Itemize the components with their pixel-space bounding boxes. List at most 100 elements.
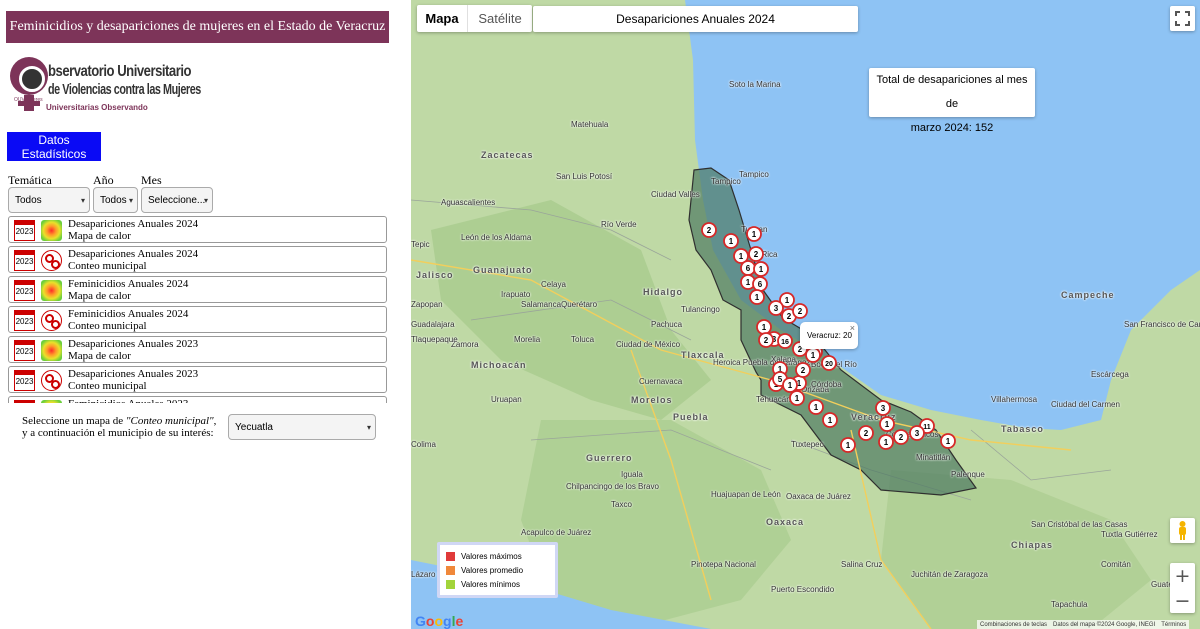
pins-icon xyxy=(41,310,62,331)
municipio-marker[interactable]: 1 xyxy=(808,399,824,415)
map-list-item[interactable]: 2023 Feminicidios Anuales 2024 Mapa de cal… xyxy=(8,276,387,303)
map-list-item-title: Desapariciones Anuales 2024 xyxy=(68,218,199,230)
map-list-item[interactable]: 2023Feminicidios Anuales 2023Mapa de cal… xyxy=(8,396,387,403)
municipio-marker[interactable]: 2 xyxy=(795,362,811,378)
logo-line-3: Universitarias Observando xyxy=(46,103,148,112)
map-list-item-title: Feminicidios Anuales 2024 xyxy=(68,308,189,320)
tematica-select[interactable]: Todos ▾ xyxy=(8,187,90,213)
marker-count: 1 xyxy=(788,381,793,390)
zoom-control: + − xyxy=(1170,563,1195,613)
municipio-marker[interactable]: 2 xyxy=(758,332,774,348)
instructions-line-1: Seleccione un mapa de "Conteo municipal"… xyxy=(22,415,222,427)
municipio-marker[interactable]: 1 xyxy=(756,319,772,335)
marker-count: 2 xyxy=(864,429,869,438)
attribution-link[interactable]: Términos xyxy=(1161,622,1186,628)
total-line-1: Total de desapariciones al mes de xyxy=(876,74,1028,110)
municipio-marker[interactable]: 3 xyxy=(875,400,891,416)
instructions-line-2: y a continuación el municipio de su inte… xyxy=(22,427,214,439)
fullscreen-icon xyxy=(1175,11,1190,26)
zoom-out-button[interactable]: − xyxy=(1170,588,1195,613)
marker-count: 3 xyxy=(915,429,920,438)
zoom-in-button[interactable]: + xyxy=(1170,563,1195,588)
municipio-marker[interactable]: 1 xyxy=(840,437,856,453)
heatmap-icon xyxy=(41,340,62,361)
observatorio-logo: OUVMujeres bservatorio Universitario de … xyxy=(10,57,201,117)
marker-count: 2 xyxy=(801,366,806,375)
municipio-marker[interactable]: 1 xyxy=(749,289,765,305)
anio-select[interactable]: Todos ▾ xyxy=(93,187,138,213)
map-canvas[interactable]: Tampico Soto la Marina San Luis Potosí Agua… xyxy=(411,0,1200,629)
anio-label: Año xyxy=(93,173,114,187)
municipio-select-value: Yecuatla xyxy=(235,421,273,433)
logo-line-1: bservatorio Universitario xyxy=(48,63,192,80)
municipio-marker[interactable]: 1 xyxy=(879,416,895,432)
attribution-link[interactable]: Datos del mapa ©2024 Google, INEGI xyxy=(1053,622,1155,628)
municipio-marker[interactable]: 1 xyxy=(878,434,894,450)
marker-count: 1 xyxy=(811,351,816,360)
marker-count: 6 xyxy=(746,264,751,273)
map-list-item[interactable]: 2023 Desapariciones Anuales 2024 Mapa de c… xyxy=(8,216,387,243)
marker-count: 11 xyxy=(923,424,931,431)
municipio-marker[interactable]: 1 xyxy=(782,377,798,393)
close-icon[interactable]: × xyxy=(850,323,855,333)
calendar-year: 2023 xyxy=(15,227,34,236)
municipio-marker[interactable]: 2 xyxy=(701,222,717,238)
chevron-updown-icon: ▾ xyxy=(80,196,85,205)
left-panel: Feminicidios y desapariciones de mujeres… xyxy=(0,0,411,629)
info-window-text: Veracruz: 20 xyxy=(807,331,852,340)
municipio-marker[interactable]: 2 xyxy=(748,246,764,262)
municipio-marker[interactable]: 2 xyxy=(858,425,874,441)
street-view-button[interactable] xyxy=(1170,518,1195,543)
tematica-label: Temática xyxy=(8,173,52,187)
marker-count: 20 xyxy=(825,361,833,368)
marker-count: 1 xyxy=(746,278,751,287)
mes-select[interactable]: Seleccione... ▾ xyxy=(141,187,213,213)
map-type-mapa-button[interactable]: Mapa xyxy=(417,5,467,32)
municipio-marker[interactable]: 2 xyxy=(893,429,909,445)
marker-count: 1 xyxy=(785,296,790,305)
logo-tiny-text: OUVMujeres xyxy=(14,97,43,103)
municipio-marker[interactable]: 1 xyxy=(789,390,805,406)
municipio-marker[interactable]: 1 xyxy=(940,433,956,449)
municipio-marker[interactable]: 20 xyxy=(821,355,837,371)
map-list-item[interactable]: 2023 Desapariciones Anuales 2023 Mapa de c… xyxy=(8,336,387,363)
marker-count: 1 xyxy=(946,437,951,446)
instructions-suffix: , xyxy=(213,415,217,427)
municipio-select[interactable]: Yecuatla ▾ xyxy=(228,414,376,440)
heatmap-icon xyxy=(41,220,62,241)
municipio-marker[interactable]: 3 xyxy=(768,300,784,316)
pegman-icon xyxy=(1179,521,1186,540)
municipio-marker[interactable]: 3 xyxy=(909,425,925,441)
map-list-item-title: Feminicidios Anuales 2024 xyxy=(68,278,189,290)
mes-label: Mes xyxy=(141,173,162,187)
map-type-satelite-button[interactable]: Satélite xyxy=(467,5,532,32)
legend-label: Valores promedio xyxy=(461,566,524,575)
fullscreen-button[interactable] xyxy=(1170,6,1195,31)
instructions-prefix: Seleccione un mapa de xyxy=(22,415,126,427)
marker-count: 1 xyxy=(755,293,760,302)
municipio-marker[interactable]: 1 xyxy=(746,226,762,242)
municipio-marker[interactable]: 6 xyxy=(752,276,768,292)
municipio-marker[interactable]: 6 xyxy=(740,260,756,276)
municipio-marker[interactable]: 2 xyxy=(792,303,808,319)
legend-item: Valores mínimos xyxy=(446,579,520,590)
municipio-marker[interactable]: 1 xyxy=(753,261,769,277)
map-list-item-subtitle: Conteo municipal xyxy=(68,260,147,272)
map-list-item-subtitle: Mapa de calor xyxy=(68,230,131,242)
mes-select-value: Seleccione... xyxy=(148,194,206,206)
page-title: Feminicidios y desapariciones de mujeres… xyxy=(6,11,389,43)
map-list-item[interactable]: 2023 Desapariciones Anuales 2024 Conteo mu… xyxy=(8,246,387,273)
calendar-year: 2023 xyxy=(15,287,34,296)
municipio-marker[interactable]: 1 xyxy=(723,233,739,249)
attribution-link[interactable]: Combinaciones de teclas xyxy=(980,622,1047,628)
municipio-marker[interactable]: 1 xyxy=(805,347,821,363)
datos-estadisticos-button[interactable]: Datos Estadísticos xyxy=(7,132,101,161)
marker-count: 1 xyxy=(884,438,889,447)
municipio-marker[interactable]: 16 xyxy=(777,333,793,349)
pins-icon xyxy=(41,370,62,391)
municipio-marker[interactable]: 1 xyxy=(822,412,838,428)
map-list-item[interactable]: 2023 Desapariciones Anuales 2023 Conteo mu… xyxy=(8,366,387,393)
chevron-updown-icon: ▾ xyxy=(366,423,371,432)
map-list-item-title: Desapariciones Anuales 2024 xyxy=(68,248,199,260)
map-list-item[interactable]: 2023 Feminicidios Anuales 2024 Conteo muni… xyxy=(8,306,387,333)
